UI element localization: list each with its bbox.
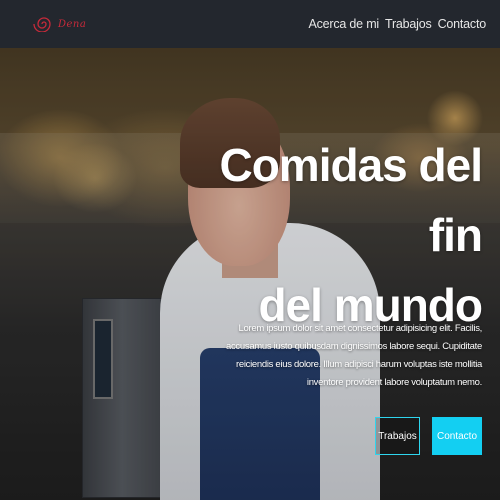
nav-link-works[interactable]: Trabajos (385, 15, 432, 33)
works-button[interactable]: Trabajos (375, 417, 420, 455)
navbar: Dena Acerca de mi Trabajos Contacto (0, 0, 500, 48)
hero-title: Comidas del fin del mundo (202, 130, 483, 340)
logo-text: Dena (58, 18, 87, 30)
hero-title-line-1: Comidas del fin (219, 139, 483, 261)
logo-link[interactable]: Dena (32, 16, 86, 32)
nav-link-contact[interactable]: Contacto (438, 15, 487, 33)
nav-menu: Acerca de mi Trabajos Contacto (308, 15, 486, 33)
hero-description: Lorem ipsum dolor sit amet consectetur a… (226, 323, 482, 388)
hero-section: Comidas del fin del mundo Lorem ipsum do… (0, 48, 500, 500)
nav-link-about[interactable]: Acerca de mi (308, 15, 379, 33)
contact-button[interactable]: Contacto (432, 417, 482, 455)
logo-swirl-icon (33, 17, 51, 32)
